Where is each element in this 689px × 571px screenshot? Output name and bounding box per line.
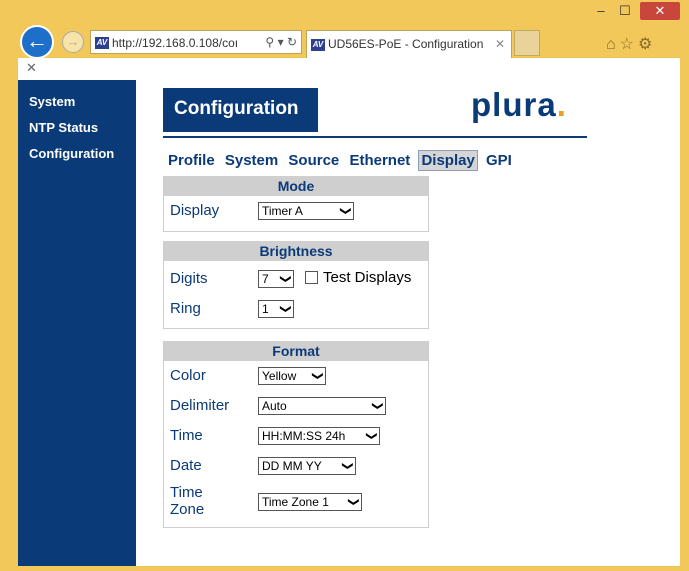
chevron-down-icon: ❯	[339, 206, 352, 216]
test-displays-checkbox[interactable]	[305, 271, 318, 284]
address-url: http://192.168.0.108/coı	[112, 35, 239, 50]
browser-tab-active[interactable]: AV UD56ES-PoE - Configuration ✕	[306, 30, 512, 58]
close-bar-icon[interactable]: ✕	[26, 60, 37, 76]
address-bar[interactable]: AV http://192.168.0.108/coı ⚲ ▾ ↻	[90, 30, 302, 54]
timezone-row: Time Zone Time Zone 1 ❯	[164, 481, 428, 525]
tab-display[interactable]: Display	[418, 150, 478, 171]
search-icon[interactable]: ⚲	[265, 35, 274, 49]
tab-system[interactable]: System	[223, 151, 280, 170]
delimiter-select[interactable]: Auto ❯	[258, 397, 386, 415]
display-label: Display	[170, 202, 220, 219]
minimize-button[interactable]: ‒	[590, 2, 612, 20]
close-window-button[interactable]: ✕	[640, 2, 680, 20]
refresh-icon[interactable]: ↻	[287, 35, 297, 49]
settings-gear-icon[interactable]: ⚙	[638, 36, 656, 53]
digits-select[interactable]: 7 ❯	[258, 270, 294, 288]
date-label: Date	[170, 457, 202, 474]
command-bar: ✕	[18, 58, 680, 81]
test-displays-label: Test Displays	[323, 269, 412, 286]
time-label: Time	[170, 427, 203, 444]
sidebar: System NTP Status Configuration	[18, 80, 136, 566]
display-row: Display Timer A ❯	[164, 196, 428, 226]
ring-select[interactable]: 1 ❯	[258, 300, 294, 318]
color-label: Color	[170, 367, 206, 384]
display-select[interactable]: Timer A ❯	[258, 202, 354, 220]
favorites-star-icon[interactable]: ☆	[620, 36, 638, 53]
timezone-select-value: Time Zone 1	[262, 495, 329, 509]
tab-gpi[interactable]: GPI	[484, 151, 514, 170]
timezone-label-line1: Time	[170, 484, 203, 501]
plura-logo: plura.	[471, 86, 567, 124]
format-panel: Format Color Yellow ❯ Delimiter Auto ❯ Tim…	[163, 341, 429, 528]
digits-label: Digits	[170, 270, 208, 287]
chevron-down-icon: ❯	[371, 401, 384, 411]
timezone-select[interactable]: Time Zone 1 ❯	[258, 493, 362, 511]
chevron-down-icon: ❯	[347, 497, 360, 507]
brightness-panel-title: Brightness	[164, 242, 428, 261]
format-panel-title: Format	[164, 342, 428, 361]
color-select[interactable]: Yellow ❯	[258, 367, 326, 385]
chevron-down-icon: ❯	[279, 274, 292, 284]
time-select[interactable]: HH:MM:SS 24h ❯	[258, 427, 380, 445]
sidebar-item-configuration[interactable]: Configuration	[18, 142, 136, 168]
tab-title: UD56ES-PoE - Configuration	[328, 37, 484, 51]
logo-text: plura	[471, 86, 557, 123]
digits-row: Digits 7 ❯ Test Displays	[164, 264, 428, 294]
date-select[interactable]: DD MM YY ❯	[258, 457, 356, 475]
toolbar-icons: ⌂☆⚙	[606, 34, 656, 54]
back-arrow-icon[interactable]: ←	[20, 25, 54, 59]
digits-select-value: 7	[262, 272, 269, 286]
page-content: System NTP Status Configuration Configur…	[18, 80, 680, 566]
ring-row: Ring 1 ❯	[164, 294, 428, 324]
logo-dot: .	[556, 86, 567, 123]
timezone-label: Time Zone	[170, 484, 204, 518]
delimiter-label: Delimiter	[170, 397, 230, 414]
ring-label: Ring	[170, 300, 201, 317]
site-favicon-icon: AV	[95, 36, 109, 49]
tab-favicon-icon: AV	[311, 38, 325, 51]
display-select-value: Timer A	[262, 204, 303, 218]
mode-panel: Mode Display Timer A ❯	[163, 176, 429, 232]
tab-ethernet[interactable]: Ethernet	[347, 151, 412, 170]
tab-source[interactable]: Source	[286, 151, 341, 170]
dropdown-icon[interactable]: ▾	[278, 35, 284, 49]
navigation-bar: ← → AV http://192.168.0.108/coı ⚲ ▾ ↻ AV U…	[0, 22, 689, 59]
timezone-label-line2: Zone	[170, 501, 205, 518]
chevron-down-icon: ❯	[341, 461, 354, 471]
forward-arrow-icon[interactable]: →	[62, 31, 84, 53]
delimiter-select-value: Auto	[262, 399, 287, 413]
date-select-value: DD MM YY	[262, 459, 322, 473]
new-tab-button[interactable]	[514, 30, 540, 56]
config-tabs: Profile System Source Ethernet Display G…	[166, 150, 516, 171]
sidebar-item-ntp-status[interactable]: NTP Status	[18, 116, 136, 142]
home-icon[interactable]: ⌂	[606, 36, 620, 53]
chevron-down-icon: ❯	[311, 371, 324, 381]
tab-profile[interactable]: Profile	[166, 151, 217, 170]
page-title: Configuration	[163, 88, 318, 132]
address-tools[interactable]: ⚲ ▾ ↻	[262, 31, 297, 53]
brightness-panel: Brightness Digits 7 ❯ Test Displays Ring …	[163, 241, 429, 329]
chevron-down-icon: ❯	[365, 431, 378, 441]
delimiter-row: Delimiter Auto ❯	[164, 391, 428, 421]
time-row: Time HH:MM:SS 24h ❯	[164, 421, 428, 451]
chevron-down-icon: ❯	[279, 304, 292, 314]
ring-select-value: 1	[262, 302, 269, 316]
color-row: Color Yellow ❯	[164, 361, 428, 391]
page-header: Configuration plura.	[163, 86, 587, 138]
title-bar: ‒ ☐ ✕	[0, 0, 689, 22]
mode-panel-title: Mode	[164, 177, 428, 196]
time-select-value: HH:MM:SS 24h	[262, 429, 346, 443]
color-select-value: Yellow	[262, 369, 297, 383]
tab-close-icon[interactable]: ✕	[495, 31, 505, 57]
browser-window: ‒ ☐ ✕ ← → AV http://192.168.0.108/coı ⚲ ▾…	[0, 0, 689, 571]
date-row: Date DD MM YY ❯	[164, 451, 428, 481]
maximize-button[interactable]: ☐	[614, 2, 636, 20]
sidebar-item-system[interactable]: System	[18, 90, 136, 116]
